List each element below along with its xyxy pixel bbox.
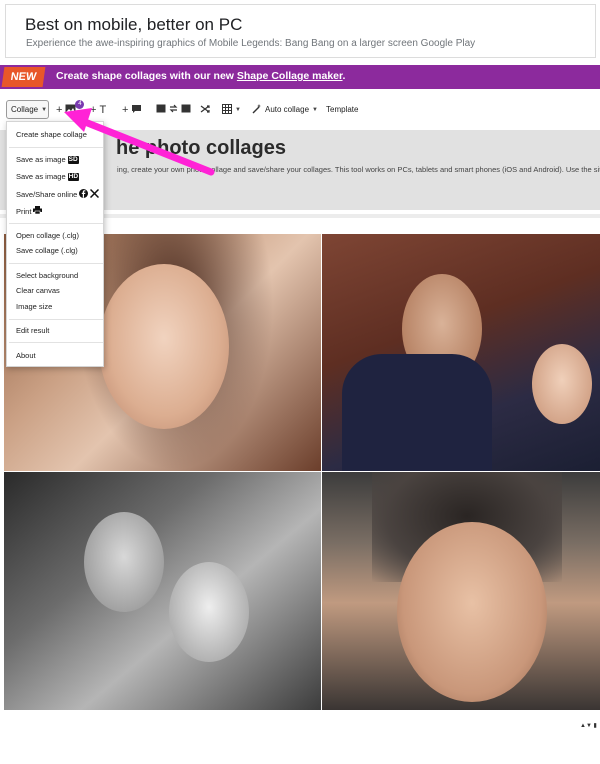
collage-photo-couple-uniform[interactable] [322,234,600,471]
add-image-button[interactable]: + 4 [56,100,88,119]
ad-title[interactable]: Best on mobile, better on PC [25,15,242,35]
template-label: Template [326,105,359,114]
sd-icon: SD [67,155,79,164]
face-shape [532,344,592,424]
x-twitter-icon[interactable] [90,188,100,200]
layout-tools[interactable] [156,100,191,119]
menu-item-label: Save as image [16,155,66,164]
grid-icon [222,103,232,116]
menu-item-label: Print [16,206,32,216]
facebook-icon[interactable] [79,189,89,200]
shuffle-button[interactable] [200,100,210,119]
chevron-down-icon: ▼ [41,106,48,113]
page-title: he photo collages [116,137,287,159]
swap-icon [169,104,178,115]
menu-divider [9,223,103,224]
magic-wand-icon [252,103,262,116]
menu-divider [9,342,103,343]
menu-select-background[interactable]: Select background [16,271,78,280]
menu-create-shape-collage[interactable]: Create shape collage [16,130,87,139]
banner-text: Create shape collages with our new Shape… [56,70,345,82]
collage-photo-smiling-man[interactable] [322,472,600,710]
face-shape [84,512,164,612]
menu-divider [9,319,103,320]
menu-divider [9,263,103,264]
page-description: ing, create your own photo collage and s… [117,165,600,174]
collage-menu-button[interactable]: Collage ▼ [6,100,49,119]
plus-icon: + [90,103,97,116]
face-shape [99,264,229,429]
plus-icon: + [56,103,63,116]
menu-item-label: Save/Share online [16,190,78,199]
hd-icon: HD [67,172,80,181]
text-icon: T [99,103,107,116]
uniform-shape [342,354,492,471]
menu-print[interactable]: Print [16,206,43,216]
grid-button[interactable]: ▼ [222,100,241,119]
shape-collage-link[interactable]: Shape Collage maker [237,70,343,82]
promo-banner: NEW Create shape collages with our new S… [0,65,600,89]
auto-collage-label: Auto collage [265,105,310,114]
template-button[interactable]: Template [326,100,358,119]
menu-divider [9,147,103,148]
menu-save-collage[interactable]: Save collage (.clg) [16,246,78,255]
menu-save-image-hd[interactable]: Save as image HD [16,172,80,181]
menu-about[interactable]: About [16,351,36,360]
chevron-down-icon: ▼ [235,106,241,113]
face-shape [169,562,249,662]
menu-item-label: Save as image [16,172,66,181]
auto-collage-button[interactable]: Auto collage ▼ [252,100,318,119]
canvas-resize-handle[interactable]: ▲▼ ▮ [580,722,597,729]
speech-bubble-icon [131,104,142,116]
toolbar: Collage ▼ + 4 + T + ▼ Auto collage ▼ Tem… [0,97,600,121]
chevron-down-icon: ▼ [312,106,318,113]
menu-save-image-sd[interactable]: Save as image SD [16,155,79,164]
collage-label: Collage [11,105,39,114]
add-text-button[interactable]: + T [90,100,106,119]
menu-open-collage[interactable]: Open collage (.clg) [16,231,79,240]
shuffle-icon [200,104,210,116]
ad-box[interactable]: Best on mobile, better on PC Experience … [5,4,596,58]
plus-icon: + [122,103,129,116]
menu-save-share-online[interactable]: Save/Share online [16,188,100,200]
image-count-badge: 4 [75,100,85,109]
new-badge: NEW [1,67,46,87]
face-shape [397,522,547,702]
collage-dropdown-menu: Create shape collage Save as image SD Sa… [6,121,104,367]
ad-subtitle: Experience the awe-inspiring graphics of… [26,38,476,49]
banner-message: Create shape collages with our new [56,70,237,82]
printer-icon [33,206,43,216]
banner-suffix: . [342,70,346,82]
photo-icon [181,104,191,115]
menu-edit-result[interactable]: Edit result [16,326,49,335]
photo-icon [156,104,166,115]
add-sticker-button[interactable]: + [122,100,142,119]
menu-clear-canvas[interactable]: Clear canvas [16,286,60,295]
menu-image-size[interactable]: Image size [16,302,52,311]
collage-photo-bw-couple[interactable] [4,472,321,710]
